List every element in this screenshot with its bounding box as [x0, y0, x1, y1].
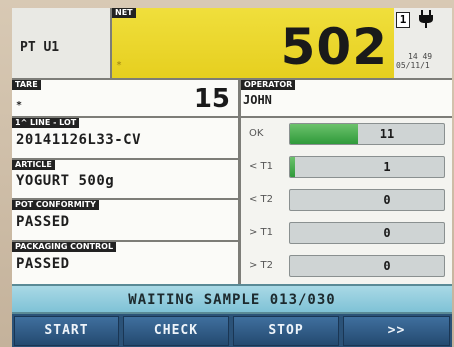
counter-label: > T1 — [249, 227, 274, 238]
lot-value: 20141126L33-CV — [16, 132, 142, 148]
packaging-control-field: PACKAGING CONTROL PASSED — [12, 242, 238, 284]
counter-value: 0 — [383, 226, 391, 240]
function-button-bar: START CHECK STOP >> — [12, 314, 452, 347]
stop-button[interactable]: STOP — [233, 316, 339, 346]
counters-panel: OK 11 < T1 1 < T2 0 > T1 0 > T2 0 — [241, 118, 452, 284]
plug-icon — [418, 10, 434, 32]
status-panel: 1 14 49 05/11/1 — [394, 8, 452, 80]
pot-conformity-field: POT CONFORMITY PASSED — [12, 200, 238, 242]
net-weight-panel: NET * 502 — [112, 8, 394, 80]
net-weight-value: 502 — [280, 18, 388, 76]
pot-conformity-value: PASSED — [16, 214, 70, 230]
channel-indicator: 1 — [396, 12, 410, 28]
counter-value: 11 — [379, 127, 395, 141]
counter-row-over-t1: > T1 0 — [241, 217, 452, 249]
counter-value: 0 — [383, 259, 391, 273]
tare-field: TARE * 15 — [12, 80, 238, 118]
article-label: ARTICLE — [12, 160, 55, 170]
counter-row-under-t1: < T1 1 — [241, 151, 452, 183]
article-value: YOGURT 500g — [16, 173, 115, 189]
operator-value: JOHN — [243, 93, 272, 107]
counter-row-over-t2: > T2 0 — [241, 250, 452, 282]
scale-id: PT U1 — [20, 40, 60, 55]
clock-date: 05/11/1 — [396, 61, 430, 70]
counter-label: < T2 — [249, 194, 274, 205]
tare-value: 15 — [193, 84, 230, 114]
scale-id-panel: PT U1 — [12, 8, 112, 80]
operator-label: OPERATOR — [241, 80, 296, 90]
counter-row-under-t2: < T2 0 — [241, 184, 452, 216]
counter-bar: 0 — [289, 189, 445, 211]
packaging-control-value: PASSED — [16, 256, 70, 272]
status-bar: WAITING SAMPLE 013/030 — [12, 284, 452, 314]
counter-value: 0 — [383, 193, 391, 207]
counter-bar: 0 — [289, 255, 445, 277]
start-button[interactable]: START — [14, 316, 119, 346]
packaging-control-label: PACKAGING CONTROL — [12, 242, 117, 252]
operator-field: OPERATOR JOHN — [241, 80, 452, 118]
scale-screen: PT U1 NET * 502 1 14 49 05/11/1 TARE * 1… — [12, 8, 452, 347]
tare-marker: * — [16, 100, 23, 111]
counter-row-ok: OK 11 — [241, 118, 452, 150]
net-marker: * — [116, 60, 123, 71]
clock-time: 14 49 — [408, 52, 433, 61]
lot-label: 1^ LINE - LOT — [12, 118, 80, 128]
lot-field: 1^ LINE - LOT 20141126L33-CV — [12, 118, 238, 160]
article-field: ARTICLE YOGURT 500g — [12, 160, 238, 200]
net-tag: NET — [112, 8, 136, 18]
next-page-button[interactable]: >> — [343, 316, 450, 346]
check-button[interactable]: CHECK — [123, 316, 229, 346]
counter-label: > T2 — [249, 260, 274, 271]
counter-bar: 1 — [289, 156, 445, 178]
counter-label: OK — [249, 128, 264, 139]
counter-bar: 11 — [289, 123, 445, 145]
pot-conformity-label: POT CONFORMITY — [12, 200, 99, 210]
status-text: WAITING SAMPLE 013/030 — [128, 292, 336, 308]
counter-label: < T1 — [249, 161, 274, 172]
counter-value: 1 — [383, 160, 391, 174]
tare-label: TARE — [12, 80, 41, 90]
counter-bar: 0 — [289, 222, 445, 244]
